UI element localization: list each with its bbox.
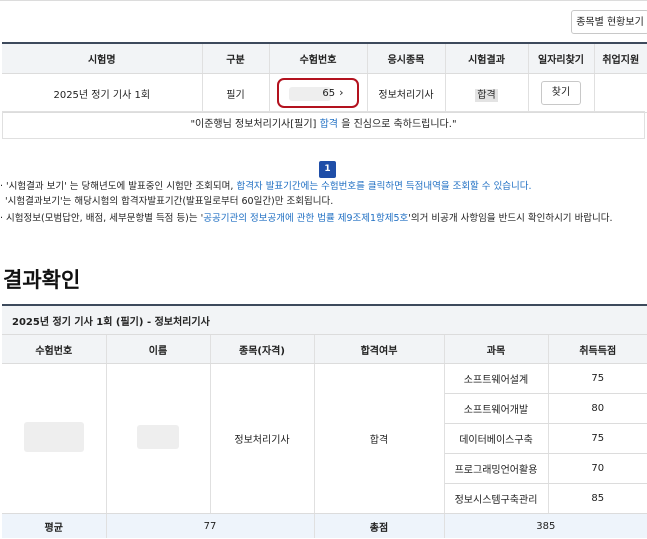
pagination-page-1[interactable]: 1 xyxy=(319,161,336,178)
subject-name: 정보시스템구축관리 xyxy=(444,483,549,514)
redacted-name xyxy=(137,425,179,449)
average-label: 평균 xyxy=(2,513,107,538)
col-result: 시험결과 xyxy=(445,43,529,74)
subject-name: 데이터베이스구축 xyxy=(444,423,549,454)
exam-result: 합격 xyxy=(475,88,498,102)
result-table-header: 수험번호 이름 종목(자격) 합격여부 과목 취득득점 xyxy=(2,334,647,364)
notice-2: '시험결과보기'는 해당시험의 합격자발표기간(발표일로부터 60일간)만 조회… xyxy=(5,196,334,207)
exam-name: 2025년 정기 기사 1회 xyxy=(2,73,203,113)
exam-type: 필기 xyxy=(202,73,270,113)
subject-score: 75 xyxy=(548,423,647,454)
col-subject: 응시종목 xyxy=(367,43,446,74)
result-caption-row: 2025년 정기 기사 1회 (필기) - 정보처리기사 xyxy=(2,305,647,335)
exam-table-header: 시험명 구분 수험번호 응시종목 시험결과 일자리찾기 취업지원 xyxy=(2,43,647,74)
pass-status: 합격 xyxy=(314,363,445,514)
congratulations-message: "이준행님 정보처리기사[필기] 합격 을 진심으로 축하드립니다." xyxy=(2,111,645,139)
subject-name: 소프트웨어개발 xyxy=(444,393,549,424)
table-row: 2025년 정기 기사 1회 필기 65 › 정보처리기사 합격 찾기 xyxy=(2,73,647,113)
exam-subject: 정보처리기사 xyxy=(367,73,446,113)
subject-score: 85 xyxy=(548,483,647,514)
col-exam-number: 수험번호 xyxy=(269,43,368,74)
table-row: 정보처리기사 합격 소프트웨어설계 75 xyxy=(2,363,647,514)
subject-score: 70 xyxy=(548,453,647,484)
exam-number-suffix: 65 xyxy=(322,88,336,99)
col-exam-number: 수험번호 xyxy=(2,334,107,364)
col-exam-name: 시험명 xyxy=(2,43,203,74)
subject-score: 80 xyxy=(548,393,647,424)
employment-support-cell xyxy=(594,73,647,113)
redacted-exam-number-cell xyxy=(2,363,107,514)
exam-list-table: 시험명 구분 수험번호 응시종목 시험결과 일자리찾기 취업지원 2025년 정… xyxy=(2,42,647,113)
col-type: 구분 xyxy=(202,43,270,74)
col-name: 이름 xyxy=(106,334,211,364)
total-label: 총점 xyxy=(314,513,445,538)
col-pass-status: 합격여부 xyxy=(314,334,445,364)
result-footer-row: 평균 77 총점 385 xyxy=(2,513,647,538)
view-by-subject-button[interactable]: 종목별 현황보기 xyxy=(571,10,647,34)
col-subject: 과목 xyxy=(444,334,549,364)
notice-1: · '시험결과 보기' 는 당해년도에 발표중인 시험만 조회되며, 합격자 발… xyxy=(0,181,532,192)
total-value: 385 xyxy=(444,513,647,538)
col-qualification: 종목(자격) xyxy=(210,334,315,364)
redacted-exam-number xyxy=(23,422,84,452)
chevron-right-icon: › xyxy=(339,86,344,99)
col-employment-support: 취업지원 xyxy=(594,43,647,74)
pass-highlight: 합격 xyxy=(319,119,339,130)
result-section-title: 결과확인 xyxy=(3,268,81,292)
col-score: 취득득점 xyxy=(548,334,647,364)
top-divider xyxy=(0,0,647,1)
qualification-name: 정보처리기사 xyxy=(210,363,315,514)
subject-name: 소프트웨어설계 xyxy=(444,363,549,394)
average-value: 77 xyxy=(106,513,315,538)
exam-number-link[interactable]: 65 › xyxy=(277,78,359,108)
subject-score: 75 xyxy=(548,363,647,394)
subject-name: 프로그래밍언어활용 xyxy=(444,453,549,484)
result-table: 2025년 정기 기사 1회 (필기) - 정보처리기사 수험번호 이름 종목(… xyxy=(2,304,647,538)
col-find-job: 일자리찾기 xyxy=(528,43,595,74)
redacted-name-cell xyxy=(106,363,211,514)
find-job-button[interactable]: 찾기 xyxy=(541,81,581,105)
notice-3: · 시험정보(모범답안, 배점, 세부문항별 득점 등)는 '공공기관의 정보공… xyxy=(0,213,613,224)
result-caption: 2025년 정기 기사 1회 (필기) - 정보처리기사 xyxy=(2,305,647,335)
